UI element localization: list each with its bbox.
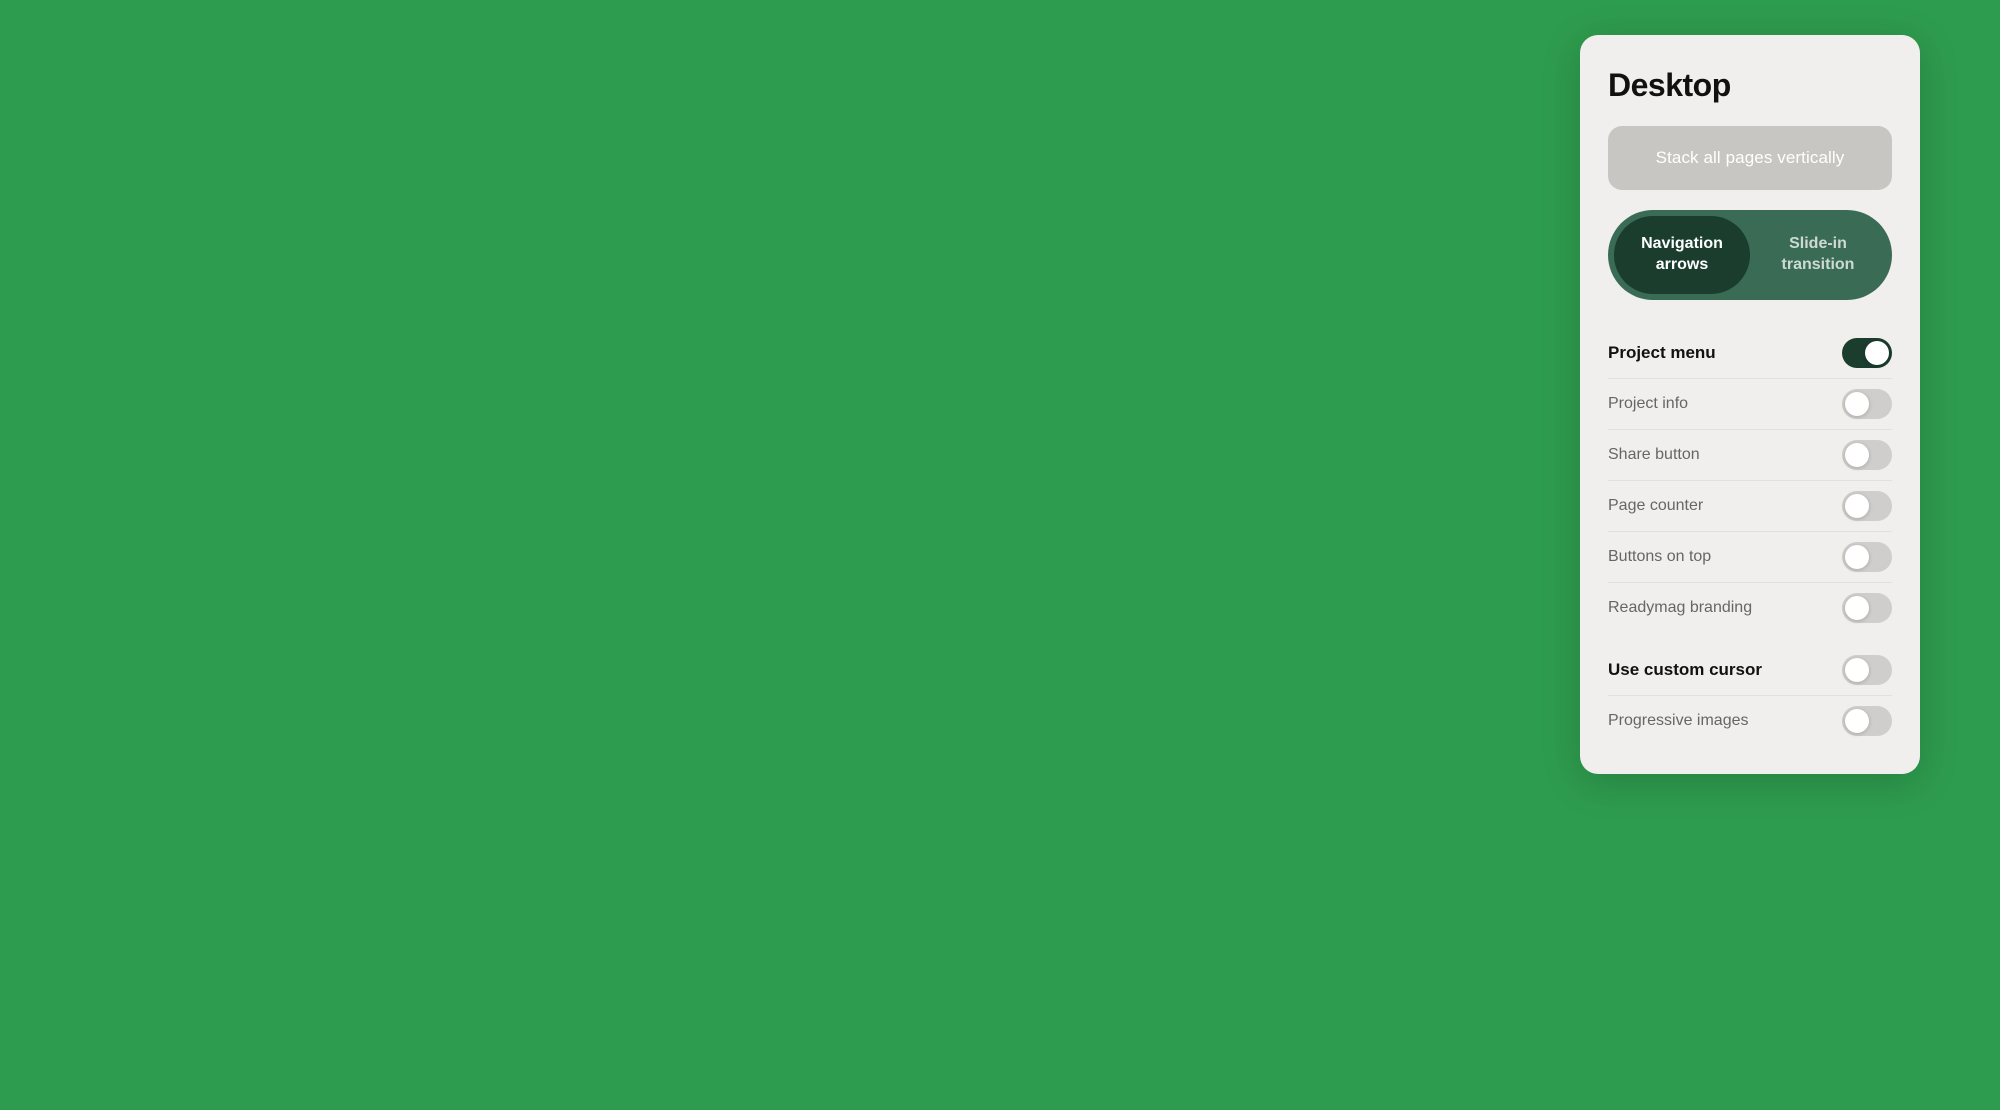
share-button-slider: [1842, 440, 1892, 470]
readymag-branding-label: Readymag branding: [1608, 599, 1752, 617]
custom-cursor-slider: [1842, 655, 1892, 685]
progressive-images-label: Progressive images: [1608, 712, 1749, 730]
share-button-label: Share button: [1608, 446, 1700, 464]
project-menu-toggle[interactable]: [1842, 338, 1892, 368]
settings-section: Project menu Project info Share button P…: [1608, 328, 1892, 633]
section-gap: [1608, 633, 1892, 645]
settings-row-custom-cursor: Use custom cursor: [1608, 645, 1892, 696]
buttons-on-top-toggle[interactable]: [1842, 542, 1892, 572]
page-counter-slider: [1842, 491, 1892, 521]
settings-row-readymag-branding: Readymag branding: [1608, 583, 1892, 633]
view-mode-toggle: Navigationarrows Slide-intransition: [1608, 210, 1892, 300]
page-counter-toggle[interactable]: [1842, 491, 1892, 521]
settings-row-progressive-images: Progressive images: [1608, 696, 1892, 746]
toggle-slide-in-transition[interactable]: Slide-intransition: [1750, 216, 1886, 294]
page-counter-label: Page counter: [1608, 497, 1703, 515]
progressive-images-toggle[interactable]: [1842, 706, 1892, 736]
custom-cursor-label: Use custom cursor: [1608, 660, 1762, 680]
toggle-navigation-arrows[interactable]: Navigationarrows: [1614, 216, 1750, 294]
project-info-slider: [1842, 389, 1892, 419]
buttons-on-top-slider: [1842, 542, 1892, 572]
settings-row-page-counter: Page counter: [1608, 481, 1892, 532]
settings-row-project-info: Project info: [1608, 379, 1892, 430]
progressive-images-slider: [1842, 706, 1892, 736]
buttons-on-top-label: Buttons on top: [1608, 548, 1711, 566]
project-info-label: Project info: [1608, 395, 1688, 413]
stack-pages-button[interactable]: Stack all pages vertically: [1608, 126, 1892, 190]
project-menu-slider: [1842, 338, 1892, 368]
readymag-branding-toggle[interactable]: [1842, 593, 1892, 623]
settings-row-buttons-on-top: Buttons on top: [1608, 532, 1892, 583]
project-info-toggle[interactable]: [1842, 389, 1892, 419]
settings-row-share-button: Share button: [1608, 430, 1892, 481]
readymag-branding-slider: [1842, 593, 1892, 623]
desktop-panel: Desktop Stack all pages vertically Navig…: [1580, 35, 1920, 774]
project-menu-label: Project menu: [1608, 343, 1716, 363]
share-button-toggle[interactable]: [1842, 440, 1892, 470]
settings-row-project-menu: Project menu: [1608, 328, 1892, 379]
settings-section-2: Use custom cursor Progressive images: [1608, 645, 1892, 746]
custom-cursor-toggle[interactable]: [1842, 655, 1892, 685]
panel-title: Desktop: [1608, 67, 1892, 104]
